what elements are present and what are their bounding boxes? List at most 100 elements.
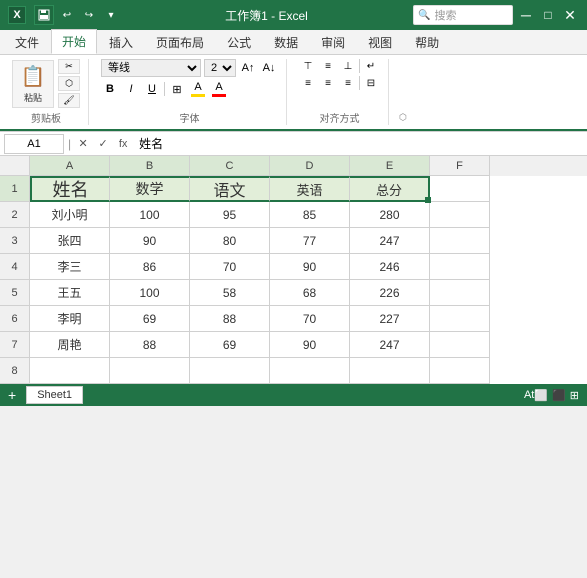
col-header-d[interactable]: D <box>270 156 350 176</box>
tab-file[interactable]: 文件 <box>4 30 50 54</box>
cell-a6[interactable]: 李明 <box>30 306 110 332</box>
save-button[interactable] <box>34 5 54 25</box>
cell-b6[interactable]: 69 <box>110 306 190 332</box>
cell-f4[interactable] <box>430 254 490 280</box>
cell-e6[interactable]: 227 <box>350 306 430 332</box>
cell-c7[interactable]: 69 <box>190 332 270 358</box>
search-box[interactable]: 🔍 搜索 <box>413 5 513 25</box>
cell-reference-input[interactable] <box>4 134 64 154</box>
cell-e2[interactable]: 280 <box>350 202 430 228</box>
border-button[interactable]: ⊞ <box>168 80 186 98</box>
insert-function-button[interactable]: fx <box>115 136 131 152</box>
undo-button[interactable]: ↩ <box>58 6 76 24</box>
fill-handle[interactable] <box>425 197 431 203</box>
col-header-e[interactable]: E <box>350 156 430 176</box>
redo-button[interactable]: ↪ <box>80 6 98 24</box>
cell-b7[interactable]: 88 <box>110 332 190 358</box>
formula-input[interactable] <box>135 137 583 151</box>
cell-a8[interactable] <box>30 358 110 384</box>
align-bottom-button[interactable]: ⊥ <box>339 59 357 73</box>
cancel-formula-button[interactable]: ✕ <box>75 136 91 152</box>
merge-cells-button[interactable]: ⊟ <box>362 76 380 90</box>
col-header-f[interactable]: F <box>430 156 490 176</box>
cell-d2[interactable]: 85 <box>270 202 350 228</box>
align-left-button[interactable]: ≡ <box>299 76 317 90</box>
cell-e1[interactable]: 总分 <box>350 176 430 202</box>
cell-f3[interactable] <box>430 228 490 254</box>
view-normal-button[interactable]: ⬜ <box>534 389 548 402</box>
cell-c8[interactable] <box>190 358 270 384</box>
cell-f2[interactable] <box>430 202 490 228</box>
cell-a2[interactable]: 刘小明 <box>30 202 110 228</box>
col-header-a[interactable]: A <box>30 156 110 176</box>
cell-b1[interactable]: 数学 <box>110 176 190 202</box>
cell-e4[interactable]: 246 <box>350 254 430 280</box>
italic-button[interactable]: I <box>122 80 140 98</box>
tab-home[interactable]: 开始 <box>51 29 97 54</box>
view-layout-button[interactable]: ⬛ <box>552 389 566 402</box>
cell-b5[interactable]: 100 <box>110 280 190 306</box>
tab-view[interactable]: 视图 <box>357 30 403 54</box>
align-top-button[interactable]: ⊤ <box>299 59 317 73</box>
increase-font-button[interactable]: A↑ <box>239 59 257 77</box>
bold-button[interactable]: B <box>101 80 119 98</box>
tab-review[interactable]: 审阅 <box>310 30 356 54</box>
cell-f7[interactable] <box>430 332 490 358</box>
cell-d4[interactable]: 90 <box>270 254 350 280</box>
cell-e3[interactable]: 247 <box>350 228 430 254</box>
close-button[interactable]: ✕ <box>561 6 579 24</box>
copy-button[interactable]: ⬡ <box>58 76 80 91</box>
cell-f1[interactable] <box>430 176 490 202</box>
cell-a1[interactable]: 姓名 <box>30 176 110 202</box>
cell-c1[interactable]: 语文 <box>190 176 270 202</box>
cell-c4[interactable]: 70 <box>190 254 270 280</box>
cell-f8[interactable] <box>430 358 490 384</box>
font-color-button[interactable]: A <box>210 80 228 98</box>
cell-a3[interactable]: 张四 <box>30 228 110 254</box>
maximize-button[interactable]: □ <box>539 6 557 24</box>
align-right-button[interactable]: ≡ <box>339 76 357 90</box>
align-middle-button[interactable]: ≡ <box>319 59 337 73</box>
cell-a7[interactable]: 周艳 <box>30 332 110 358</box>
view-page-button[interactable]: ⊞ <box>570 389 579 402</box>
tab-pagelayout[interactable]: 页面布局 <box>145 30 215 54</box>
cell-d7[interactable]: 90 <box>270 332 350 358</box>
cell-a5[interactable]: 王五 <box>30 280 110 306</box>
underline-button[interactable]: U <box>143 80 161 98</box>
cut-button[interactable]: ✂ <box>58 59 80 74</box>
confirm-formula-button[interactable]: ✓ <box>95 136 111 152</box>
cell-e5[interactable]: 226 <box>350 280 430 306</box>
wrap-text-button[interactable]: ↵ <box>362 59 380 73</box>
cell-c6[interactable]: 88 <box>190 306 270 332</box>
cell-d5[interactable]: 68 <box>270 280 350 306</box>
font-size-select[interactable]: 24 <box>204 59 236 77</box>
minimize-button[interactable]: ─ <box>517 6 535 24</box>
cell-e7[interactable]: 247 <box>350 332 430 358</box>
cell-b3[interactable]: 90 <box>110 228 190 254</box>
tab-data[interactable]: 数据 <box>263 30 309 54</box>
fill-color-button[interactable]: A <box>189 80 207 98</box>
cell-c2[interactable]: 95 <box>190 202 270 228</box>
cell-b8[interactable] <box>110 358 190 384</box>
cell-d8[interactable] <box>270 358 350 384</box>
align-center-button[interactable]: ≡ <box>319 76 337 90</box>
cell-f6[interactable] <box>430 306 490 332</box>
cell-d6[interactable]: 70 <box>270 306 350 332</box>
cell-b2[interactable]: 100 <box>110 202 190 228</box>
cell-c5[interactable]: 58 <box>190 280 270 306</box>
col-header-b[interactable]: B <box>110 156 190 176</box>
col-header-c[interactable]: C <box>190 156 270 176</box>
cell-a4[interactable]: 李三 <box>30 254 110 280</box>
tab-help[interactable]: 帮助 <box>404 30 450 54</box>
cell-c3[interactable]: 80 <box>190 228 270 254</box>
cell-d1[interactable]: 英语 <box>270 176 350 202</box>
font-name-select[interactable]: 等线 <box>101 59 201 77</box>
customize-button[interactable]: ▾ <box>102 6 120 24</box>
cell-f5[interactable] <box>430 280 490 306</box>
sheet-tab-1[interactable]: Sheet1 <box>26 386 83 404</box>
paste-button[interactable]: 📋 粘贴 <box>12 60 54 108</box>
cell-d3[interactable]: 77 <box>270 228 350 254</box>
format-painter-button[interactable]: 🖌 <box>58 93 80 108</box>
add-sheet-button[interactable]: + <box>8 387 16 403</box>
cell-b4[interactable]: 86 <box>110 254 190 280</box>
